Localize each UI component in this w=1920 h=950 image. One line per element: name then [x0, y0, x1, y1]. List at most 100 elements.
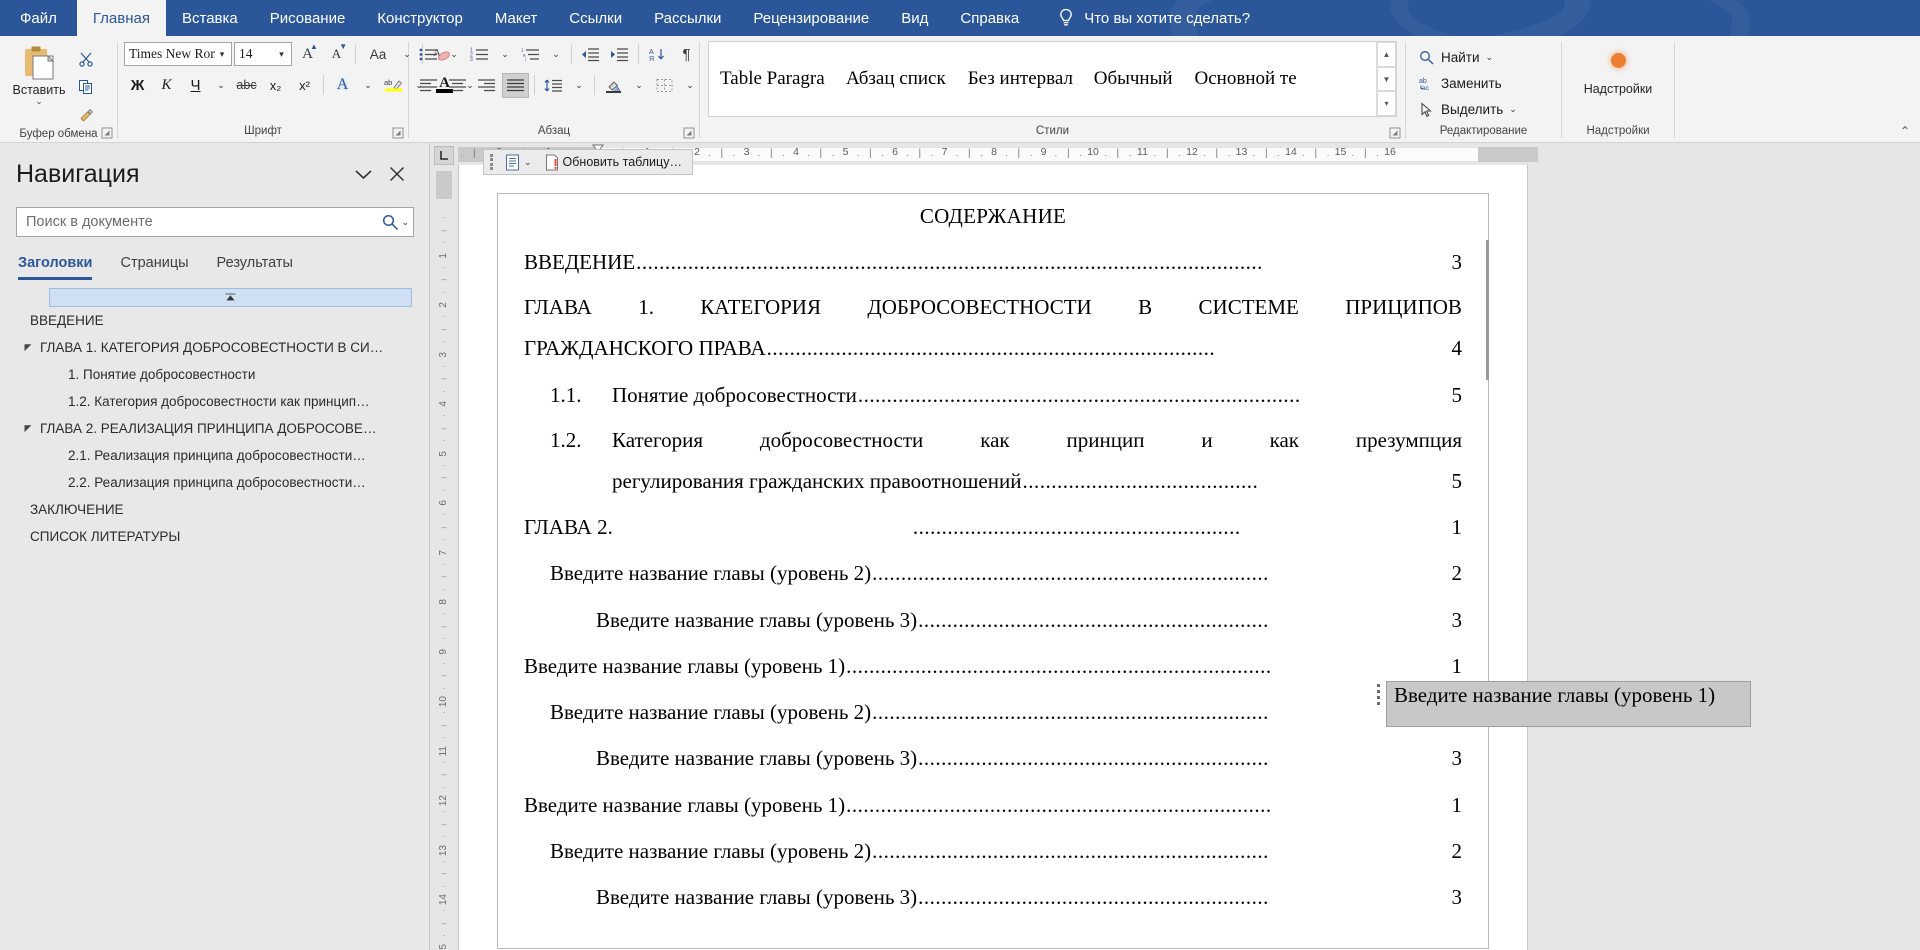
copy-button[interactable] — [72, 74, 100, 100]
multilevel-list-button[interactable]: 1 a i — [517, 42, 544, 67]
update-table-button[interactable]: Обновить таблицу… — [541, 151, 686, 173]
toc-options-button[interactable]: ⌄ — [501, 151, 536, 173]
text-effects-chevron-down-icon[interactable]: ⌄ — [358, 73, 378, 98]
change-case-button[interactable]: Aa — [361, 42, 395, 67]
line-spacing-button[interactable] — [540, 73, 567, 98]
toc-entry-chapter-2[interactable]: ГЛАВА 2. ...............................… — [524, 514, 1462, 540]
style-item-table-paragraph[interactable]: Table Paragra — [709, 42, 835, 116]
toc-floating-toolbar[interactable]: ⌄ Обновить таблицу… — [483, 149, 693, 175]
tab-review[interactable]: Рецензирование — [737, 0, 885, 36]
bold-button[interactable]: Ж — [124, 73, 151, 98]
bullets-button[interactable] — [415, 42, 442, 67]
shading-chevron-down-icon[interactable]: ⌄ — [629, 73, 649, 98]
strikethrough-button[interactable]: abc — [233, 73, 260, 98]
multilevel-chevron-down-icon[interactable]: ⌄ — [546, 42, 566, 67]
style-item-list-paragraph[interactable]: Абзац списк — [835, 42, 957, 116]
tab-insert[interactable]: Вставка — [166, 0, 254, 36]
select-button[interactable]: Выделить ⌄ — [1412, 97, 1523, 121]
italic-button[interactable]: К — [153, 73, 180, 98]
borders-button[interactable] — [651, 73, 678, 98]
styles-scroll-up-icon[interactable]: ▲ — [1377, 42, 1396, 67]
nav-heading-1-2[interactable]: 1.2. Категория добросовестности как прин… — [16, 388, 414, 415]
decrease-indent-button[interactable] — [577, 42, 604, 67]
toc-entry-1-1[interactable]: 1.1. Понятие добросовестности ..........… — [524, 382, 1462, 408]
numbering-chevron-down-icon[interactable]: ⌄ — [495, 42, 515, 67]
tab-mailings[interactable]: Рассылки — [638, 0, 737, 36]
font-name-combo[interactable]: Times New Rom ▾ — [124, 42, 232, 66]
font-size-chevron-down-icon[interactable]: ▾ — [274, 49, 289, 60]
replace-button[interactable]: ab ac Заменить — [1412, 71, 1523, 95]
navigation-collapse-button[interactable] — [346, 159, 380, 189]
tab-layout[interactable]: Макет — [479, 0, 553, 36]
highlight-color-button[interactable]: ab — [380, 73, 407, 98]
toc-entry-level2-a[interactable]: Введите название главы (уровень 2) .....… — [524, 560, 1462, 586]
nav-heading-conclusion[interactable]: ЗАКЛЮЧЕНИЕ — [16, 496, 414, 523]
document-page[interactable]: ⌄ Обновить таблицу… — [458, 165, 1528, 950]
toc-entry-introduction[interactable]: ВВЕДЕНИЕ ...............................… — [524, 249, 1462, 275]
tab-view[interactable]: Вид — [885, 0, 944, 36]
nav-heading-references[interactable]: СПИСОК ЛИТЕРАТУРЫ — [16, 523, 414, 550]
nav-heading-chapter-1[interactable]: ◤ ГЛАВА 1. КАТЕГОРИЯ ДОБРОСОВЕСТНОСТИ В … — [16, 334, 414, 361]
nav-heading-chapter-2[interactable]: ◤ ГЛАВА 2. РЕАЛИЗАЦИЯ ПРИНЦИПА ДОБРОСОВЕ… — [16, 415, 414, 442]
superscript-button[interactable]: x² — [291, 73, 318, 98]
tab-stop-selector[interactable] — [434, 146, 454, 165]
paragraph-dialog-launcher[interactable] — [683, 127, 695, 139]
align-right-button[interactable] — [473, 73, 500, 98]
nav-heading-introduction[interactable]: ВВЕДЕНИЕ — [16, 307, 414, 334]
find-chevron-down-icon[interactable]: ⌄ — [1486, 52, 1494, 63]
expand-triangle-icon[interactable]: ◤ — [16, 342, 40, 353]
tab-design[interactable]: Конструктор — [361, 0, 479, 36]
nav-tab-headings[interactable]: Заголовки — [18, 255, 92, 280]
format-painter-button[interactable] — [72, 102, 100, 128]
font-name-chevron-down-icon[interactable]: ▾ — [215, 49, 229, 60]
align-left-button[interactable] — [415, 73, 442, 98]
toc-entry-1-2[interactable]: 1.2. Категория добросовестности как прин… — [524, 428, 1462, 494]
tab-file[interactable]: Файл — [0, 0, 77, 36]
clipboard-dialog-launcher[interactable] — [101, 127, 113, 139]
drag-grip-icon[interactable] — [490, 154, 496, 170]
expand-triangle-icon[interactable]: ◤ — [16, 423, 40, 434]
style-item-no-spacing[interactable]: Без интервал — [957, 42, 1083, 116]
toc-entry-level2-c[interactable]: Введите название главы (уровень 2) .....… — [524, 838, 1462, 864]
nav-tab-pages[interactable]: Страницы — [120, 255, 188, 280]
search-input[interactable] — [26, 214, 382, 230]
grow-font-button[interactable]: A▲ — [294, 42, 321, 67]
style-item-normal[interactable]: Обычный — [1083, 42, 1184, 116]
show-formatting-marks-button[interactable]: ¶ — [673, 42, 700, 67]
tell-me-box[interactable]: Что вы хотите сделать? — [1057, 0, 1250, 36]
line-spacing-chevron-down-icon[interactable]: ⌄ — [569, 73, 589, 98]
toc-options-chevron-down-icon[interactable]: ⌄ — [524, 157, 532, 168]
paste-caret-icon[interactable]: ⌄ — [35, 97, 43, 105]
nav-heading-2-2[interactable]: 2.2. Реализация принципа добросовестност… — [16, 469, 414, 496]
nav-heading-2-1[interactable]: 2.1. Реализация принципа добросовестност… — [16, 442, 414, 469]
tab-references[interactable]: Ссылки — [553, 0, 638, 36]
borders-chevron-down-icon[interactable]: ⌄ — [680, 73, 700, 98]
sort-button[interactable]: A Я — [644, 42, 671, 67]
paste-button[interactable]: Вставить ⌄ — [6, 41, 72, 105]
style-item-body-text[interactable]: Основной те — [1184, 42, 1308, 116]
bullets-chevron-down-icon[interactable]: ⌄ — [444, 42, 464, 67]
nav-heading-1-1[interactable]: 1. Понятие добросовестности — [16, 361, 414, 388]
underline-button[interactable]: Ч — [182, 73, 209, 98]
toc-entry-level3-b[interactable]: Введите название главы (уровень 3) .....… — [524, 745, 1462, 771]
numbering-button[interactable]: 1 2 3 — [466, 42, 493, 67]
toc-entry-level3-c[interactable]: Введите название главы (уровень 3) .....… — [524, 884, 1462, 910]
subscript-button[interactable]: x₂ — [262, 73, 289, 98]
search-options-chevron-down-icon[interactable]: ⌄ — [401, 217, 409, 228]
toc-entry-chapter-1[interactable]: ГЛАВА 1. КАТЕГОРИЯ ДОБРОСОВЕСТНОСТИ В СИ… — [524, 295, 1462, 361]
tab-draw[interactable]: Рисование — [254, 0, 362, 36]
toc-entry-level3-a[interactable]: Введите название главы (уровень 3) .....… — [524, 607, 1462, 633]
content-control-grip-icon[interactable] — [1377, 682, 1384, 706]
navigation-close-button[interactable] — [380, 159, 414, 189]
styles-scroll-down-icon[interactable]: ▼ — [1377, 67, 1396, 92]
navigation-search-box[interactable]: ⌄ — [16, 207, 414, 237]
underline-chevron-down-icon[interactable]: ⌄ — [211, 73, 231, 98]
search-icon[interactable] — [382, 214, 399, 231]
justify-button[interactable] — [502, 73, 529, 98]
styles-gallery-scrollbar[interactable]: ▲ ▼ ▾ — [1376, 42, 1396, 116]
cut-button[interactable] — [72, 46, 100, 72]
vertical-ruler[interactable]: 1·–·2·–·3·–·4·–·5·–·6·–·7·–·8·–·9·–·10·–… — [430, 143, 458, 950]
shrink-font-button[interactable]: A▼ — [323, 42, 350, 67]
align-center-button[interactable] — [444, 73, 471, 98]
font-dialog-launcher[interactable] — [392, 127, 404, 139]
